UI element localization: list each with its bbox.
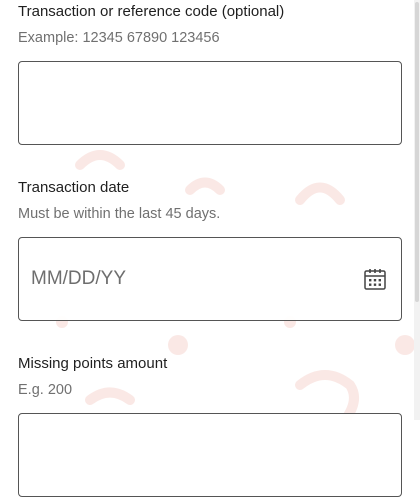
missing-points-hint: E.g. 200: [18, 382, 73, 398]
calendar-icon[interactable]: [363, 267, 387, 291]
transaction-code-input[interactable]: [31, 62, 351, 144]
transaction-code-hint: Example: 12345 67890 123456: [18, 30, 220, 46]
missing-points-label: Missing points amount: [18, 355, 168, 372]
scrollbar[interactable]: [414, 0, 420, 420]
transaction-code-label: Transaction or reference code (optional): [18, 3, 285, 20]
scrollbar-thumb[interactable]: [415, 2, 419, 302]
transaction-code-input-box: [18, 61, 402, 145]
transaction-date-hint: Must be within the last 45 days.: [18, 206, 221, 222]
missing-points-input-box: [18, 413, 402, 497]
transaction-date-input-box: [18, 237, 402, 321]
missing-points-input[interactable]: [31, 414, 351, 496]
missing-points-field: Missing points amount E.g. 200: [18, 354, 402, 497]
transaction-date-field: Transaction date Must be within the last…: [18, 178, 402, 321]
transaction-date-input[interactable]: [31, 238, 351, 320]
transaction-date-label: Transaction date: [18, 179, 130, 196]
transaction-code-field: Transaction or reference code (optional)…: [18, 2, 402, 145]
